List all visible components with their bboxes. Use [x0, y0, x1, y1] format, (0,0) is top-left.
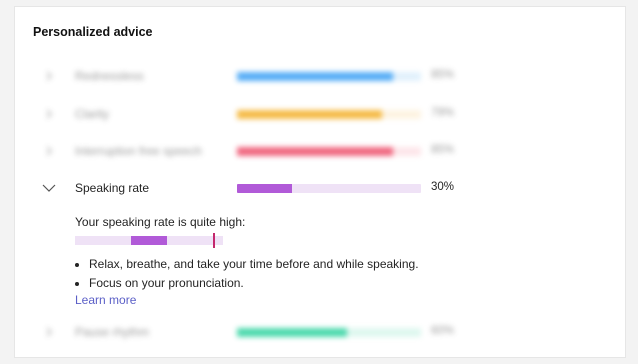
metric-percent: 85% [431, 144, 455, 156]
tips-list: Relax, breathe, and take your time befor… [75, 255, 419, 293]
scale-marker [213, 233, 215, 248]
metric-label: Interruption free speech [75, 144, 202, 158]
metric-track [237, 328, 421, 337]
metric-track [237, 110, 421, 119]
metric-track [237, 184, 421, 193]
chevron-right-icon[interactable] [41, 143, 57, 159]
advice-card: Personalized advice Rednessless 85% Clar… [14, 6, 626, 358]
learn-more-link[interactable]: Learn more [75, 293, 136, 307]
chevron-right-icon[interactable] [41, 106, 57, 122]
metric-percent: 85% [431, 69, 455, 81]
detail-heading: Your speaking rate is quite high: [75, 215, 246, 229]
metric-label: Pause rhythm [75, 325, 150, 339]
metric-label: Clarity [75, 107, 110, 121]
metric-row-1[interactable]: Clarity 79% [15, 104, 627, 124]
metric-track [237, 72, 421, 81]
metric-label: Speaking rate [75, 181, 150, 195]
tip-item: Relax, breathe, and take your time befor… [89, 255, 419, 274]
metric-percent: 60% [431, 325, 455, 337]
metric-row-0[interactable]: Rednessless 85% [15, 66, 627, 86]
chevron-right-icon[interactable] [41, 68, 57, 84]
metric-label: Rednessless [75, 69, 144, 83]
metric-percent: 79% [431, 107, 455, 119]
metric-fill [237, 110, 383, 119]
metric-row-speaking-rate[interactable]: Speaking rate 30% [15, 178, 627, 198]
metric-fill [237, 147, 394, 156]
metric-row-2[interactable]: Interruption free speech 85% [15, 141, 627, 161]
scale-range [131, 236, 167, 245]
chevron-right-icon[interactable] [41, 324, 57, 340]
metric-percent: 30% [431, 181, 455, 193]
speaking-rate-scale [75, 233, 223, 248]
metric-fill [237, 184, 293, 193]
metric-row-4[interactable]: Pause rhythm 60% [15, 322, 627, 342]
chevron-down-icon[interactable] [41, 180, 57, 196]
metric-fill [237, 72, 394, 81]
tip-item: Focus on your pronunciation. [89, 274, 419, 293]
metric-track [237, 147, 421, 156]
metric-fill [237, 328, 348, 337]
panel-title: Personalized advice [33, 25, 153, 39]
